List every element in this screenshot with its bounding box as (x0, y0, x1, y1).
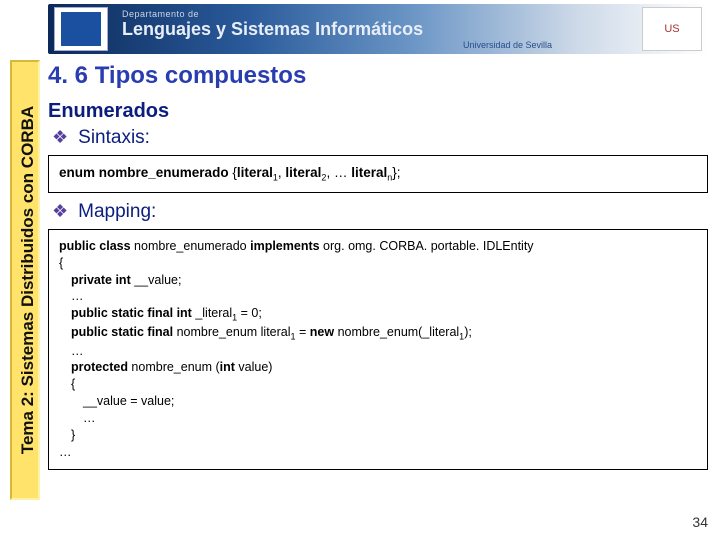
mapping-codebox: public class nombre_enumerado implements… (48, 229, 708, 470)
bullet-syntax-label: Sintaxis: (78, 127, 150, 149)
literal2: literal (285, 165, 321, 180)
header-banner: Departamento de Lenguajes y Sistemas Inf… (48, 4, 708, 54)
banner-text: Departamento de Lenguajes y Sistemas Inf… (114, 9, 642, 50)
map-line-7: … (59, 343, 697, 360)
sidebar-strip: Tema 2: Sistemas Distribuidos con CORBA (10, 60, 40, 500)
map-line-8: protected nombre_enum (int value) (59, 359, 697, 376)
banner-uni: Universidad de Sevilla (122, 40, 642, 50)
literaln: literal (351, 165, 387, 180)
map-line-6: public static final nombre_enum literal1… (59, 324, 697, 343)
slide-content: 4. 6 Tipos compuestos Enumerados ❖ Sinta… (48, 62, 708, 470)
sidebar-label: Tema 2: Sistemas Distribuidos con CORBA (18, 60, 38, 500)
uni-shield-icon: US (642, 7, 702, 51)
map-line-10: __value = value; (59, 393, 697, 410)
enum-name: nombre_enumerado (99, 165, 229, 180)
diamond-bullet-icon: ❖ (52, 201, 68, 222)
ellip: , … (326, 165, 351, 180)
banner-main: Lenguajes y Sistemas Informáticos (122, 19, 642, 40)
bullet-mapping: ❖ Mapping: (52, 201, 708, 223)
kw-enum: enum (59, 165, 95, 180)
close-brace: }; (392, 165, 400, 180)
map-line-3: private int __value; (59, 272, 697, 289)
dept-logo (54, 7, 108, 51)
map-line-12: } (59, 427, 697, 444)
banner-dept: Departamento de (122, 9, 642, 19)
map-line-1: public class nombre_enumerado implements… (59, 238, 697, 255)
map-line-2: { (59, 255, 697, 272)
open-brace: { (229, 165, 237, 180)
bullet-syntax: ❖ Sintaxis: (52, 127, 708, 149)
map-line-5: public static final int _literal1 = 0; (59, 305, 697, 324)
map-line-9: { (59, 376, 697, 393)
map-line-13: … (59, 444, 697, 461)
map-line-4: … (59, 288, 697, 305)
map-line-11: … (59, 410, 697, 427)
diamond-bullet-icon: ❖ (52, 127, 68, 148)
slide-subtitle: Enumerados (48, 100, 708, 123)
syntax-codebox: enum nombre_enumerado {literal1, literal… (48, 155, 708, 193)
page-number: 34 (692, 514, 708, 530)
dept-logo-inner (61, 12, 101, 46)
bullet-mapping-label: Mapping: (78, 201, 156, 223)
literal1: literal (237, 165, 273, 180)
slide-title: 4. 6 Tipos compuestos (48, 62, 708, 90)
